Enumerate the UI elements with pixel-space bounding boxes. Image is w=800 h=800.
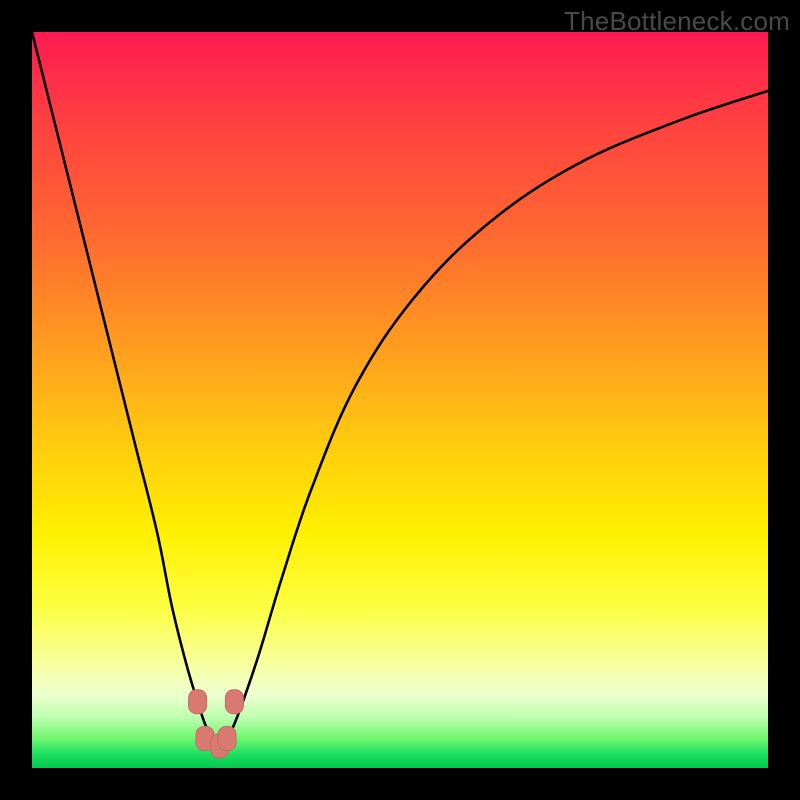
curve-marker	[225, 690, 243, 714]
chart-frame: TheBottleneck.com	[0, 0, 800, 800]
plot-area	[32, 32, 768, 768]
curve-svg	[32, 32, 768, 768]
curve-marker	[218, 727, 236, 751]
curve-marker	[189, 690, 207, 714]
bottleneck-curve	[32, 32, 768, 746]
